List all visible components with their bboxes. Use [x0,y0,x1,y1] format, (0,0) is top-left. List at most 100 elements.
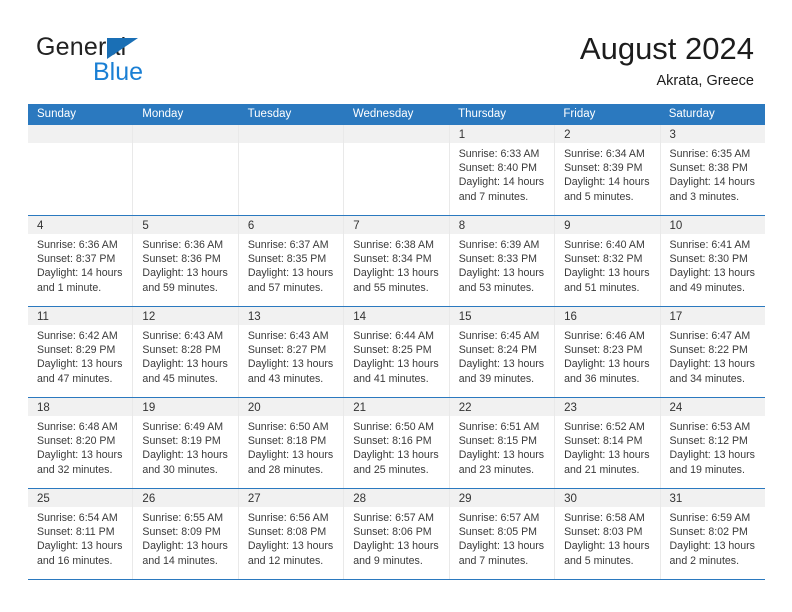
sunrise-text: Sunrise: 6:34 AM [564,148,645,160]
day-cell-9[interactable]: 9 Sunrise: 6:40 AM Sunset: 8:32 PM Daylight… [555,216,661,306]
day-details: Sunrise: 6:42 AM Sunset: 8:29 PM Daylight:… [28,325,132,386]
calendar-weeks: 1 Sunrise: 6:33 AM Sunset: 8:40 PM Daylight… [28,125,765,580]
day-cell-10[interactable]: 10 Sunrise: 6:41 AM Sunset: 8:30 PM Dayligh… [660,216,765,306]
day-number-band: 16 [555,307,660,325]
daylight-text: Daylight: 13 hours and 57 minutes. [247,267,334,294]
sunrise-text: Sunrise: 6:43 AM [247,330,329,342]
day-cell-5[interactable]: 5 Sunrise: 6:36 AM Sunset: 8:36 PM Daylight… [133,216,239,306]
day-cell-21[interactable]: 21 Sunrise: 6:50 AM Sunset: 8:16 PM Dayligh… [344,398,450,488]
day-cell-31[interactable]: 31 Sunrise: 6:59 AM Sunset: 8:02 PM Dayligh… [660,489,765,579]
day-cell-25[interactable]: 25 Sunrise: 6:54 AM Sunset: 8:11 PM Dayligh… [28,489,134,579]
day-number-band: 25 [28,489,133,507]
day-cell-27[interactable]: 27 Sunrise: 6:56 AM Sunset: 8:08 PM Dayligh… [238,489,345,579]
day-details: Sunrise: 6:40 AM Sunset: 8:32 PM Daylight:… [555,234,659,295]
day-cell-12[interactable]: 12 Sunrise: 6:43 AM Sunset: 8:28 PM Dayligh… [133,307,239,397]
day-cell-1[interactable]: 1 Sunrise: 6:33 AM Sunset: 8:40 PM Daylight… [449,125,556,215]
calendar-grid: Sunday Monday Tuesday Wednesday Thursday Frid… [28,104,765,580]
daylight-text: Daylight: 13 hours and 45 minutes. [142,358,228,385]
sunset-text: Sunset: 8:37 PM [37,253,116,266]
daylight-text: Daylight: 13 hours and 14 minutes. [142,540,228,567]
day-number-band: 23 [555,398,660,416]
day-cell-11[interactable]: 11 Sunrise: 6:42 AM Sunset: 8:29 PM Dayligh… [28,307,134,397]
day-details: Sunrise: 6:47 AM Sunset: 8:22 PM Daylight:… [661,325,765,386]
day-cell-28[interactable]: 28 Sunrise: 6:57 AM Sunset: 8:06 PM Dayligh… [344,489,450,579]
day-number-band: 17 [660,307,765,325]
day-cell-16[interactable]: 16 Sunrise: 6:46 AM Sunset: 8:23 PM Dayligh… [555,307,661,397]
day-number: 19 [142,402,156,414]
day-details: Sunrise: 6:55 AM Sunset: 8:09 PM Daylight:… [133,507,237,568]
calendar-week-row: 1 Sunrise: 6:33 AM Sunset: 8:40 PM Daylight… [28,125,765,216]
weekday-header-row: Sunday Monday Tuesday Wednesday Thursday Frid… [28,104,765,125]
sunset-text: Sunset: 8:30 PM [669,253,748,266]
general-blue-logo[interactable]: General Blue [36,33,256,91]
day-number: 21 [353,402,367,414]
day-number-band [344,125,449,143]
day-cell-17[interactable]: 17 Sunrise: 6:47 AM Sunset: 8:22 PM Dayligh… [660,307,765,397]
day-cell-14[interactable]: 14 Sunrise: 6:44 AM Sunset: 8:25 PM Dayligh… [344,307,450,397]
day-cell-24[interactable]: 24 Sunrise: 6:53 AM Sunset: 8:12 PM Dayligh… [660,398,765,488]
sunset-text: Sunset: 8:08 PM [247,526,327,539]
day-cell-20[interactable]: 20 Sunrise: 6:50 AM Sunset: 8:18 PM Dayligh… [238,398,345,488]
day-number-band: 20 [238,398,344,416]
day-number-band: 19 [133,398,238,416]
day-details: Sunrise: 6:50 AM Sunset: 8:18 PM Daylight:… [239,416,343,477]
sunrise-text: Sunrise: 6:57 AM [458,512,540,524]
day-cell-3[interactable]: 3 Sunrise: 6:35 AM Sunset: 8:38 PM Daylight… [660,125,765,215]
title-block: August 2024 Akrata, Greece [580,30,754,91]
daylight-text: Daylight: 13 hours and 23 minutes. [458,449,545,476]
day-cell-2[interactable]: 2 Sunrise: 6:34 AM Sunset: 8:39 PM Daylight… [555,125,661,215]
day-number-band: 31 [660,489,765,507]
day-number-band: 6 [238,216,344,234]
sunset-text: Sunset: 8:05 PM [458,526,538,539]
day-number: 24 [669,402,683,414]
day-number-band: 3 [660,125,765,143]
daylight-text: Daylight: 13 hours and 47 minutes. [37,358,123,385]
sunset-text: Sunset: 8:32 PM [564,253,643,266]
day-details: Sunrise: 6:45 AM Sunset: 8:24 PM Daylight:… [450,325,554,386]
day-details: Sunrise: 6:48 AM Sunset: 8:20 PM Daylight:… [28,416,132,477]
day-cell-19[interactable]: 19 Sunrise: 6:49 AM Sunset: 8:19 PM Dayligh… [133,398,239,488]
day-cell-empty [28,125,134,215]
day-cell-7[interactable]: 7 Sunrise: 6:38 AM Sunset: 8:34 PM Daylight… [344,216,450,306]
sunset-text: Sunset: 8:16 PM [353,435,432,448]
sunrise-text: Sunrise: 6:55 AM [142,512,224,524]
daylight-text: Daylight: 13 hours and 49 minutes. [669,267,755,294]
day-number-band: 18 [28,398,133,416]
day-details: Sunrise: 6:39 AM Sunset: 8:33 PM Daylight:… [450,234,554,295]
weekday-header-monday: Monday [142,108,184,120]
day-number: 29 [458,493,472,505]
day-number-band: 22 [449,398,555,416]
day-number: 12 [142,311,156,323]
day-number: 22 [458,402,472,414]
day-cell-15[interactable]: 15 Sunrise: 6:45 AM Sunset: 8:24 PM Dayligh… [449,307,556,397]
day-details: Sunrise: 6:54 AM Sunset: 8:11 PM Daylight:… [28,507,132,568]
day-cell-26[interactable]: 26 Sunrise: 6:55 AM Sunset: 8:09 PM Dayligh… [133,489,239,579]
day-number-band: 8 [449,216,555,234]
sunset-text: Sunset: 8:19 PM [142,435,221,448]
day-number: 14 [353,311,367,323]
day-cell-29[interactable]: 29 Sunrise: 6:57 AM Sunset: 8:05 PM Dayligh… [449,489,556,579]
day-number: 18 [37,402,50,414]
daylight-text: Daylight: 13 hours and 12 minutes. [247,540,334,567]
daylight-text: Daylight: 13 hours and 9 minutes. [353,540,439,567]
day-cell-23[interactable]: 23 Sunrise: 6:52 AM Sunset: 8:14 PM Dayligh… [555,398,661,488]
day-details: Sunrise: 6:36 AM Sunset: 8:36 PM Daylight:… [133,234,237,295]
day-cell-empty [344,125,450,215]
daylight-text: Daylight: 13 hours and 36 minutes. [564,358,650,385]
daylight-text: Daylight: 13 hours and 53 minutes. [458,267,545,294]
day-cell-13[interactable]: 13 Sunrise: 6:43 AM Sunset: 8:27 PM Dayligh… [238,307,345,397]
day-cell-18[interactable]: 18 Sunrise: 6:48 AM Sunset: 8:20 PM Dayligh… [28,398,134,488]
daylight-text: Daylight: 13 hours and 30 minutes. [142,449,228,476]
day-details: Sunrise: 6:52 AM Sunset: 8:14 PM Daylight:… [555,416,659,477]
day-details: Sunrise: 6:33 AM Sunset: 8:40 PM Daylight:… [450,143,554,204]
calendar-week-row: 11 Sunrise: 6:42 AM Sunset: 8:29 PM Dayligh… [28,307,765,398]
daylight-text: Daylight: 13 hours and 41 minutes. [353,358,439,385]
day-cell-22[interactable]: 22 Sunrise: 6:51 AM Sunset: 8:15 PM Dayligh… [449,398,556,488]
day-number: 5 [142,220,149,232]
day-cell-6[interactable]: 6 Sunrise: 6:37 AM Sunset: 8:35 PM Daylight… [238,216,345,306]
day-cell-4[interactable]: 4 Sunrise: 6:36 AM Sunset: 8:37 PM Daylight… [28,216,134,306]
sunset-text: Sunset: 8:22 PM [669,344,748,357]
daylight-text: Daylight: 14 hours and 1 minute. [37,267,123,294]
day-cell-8[interactable]: 8 Sunrise: 6:39 AM Sunset: 8:33 PM Daylight… [449,216,556,306]
day-cell-30[interactable]: 30 Sunrise: 6:58 AM Sunset: 8:03 PM Dayligh… [555,489,661,579]
